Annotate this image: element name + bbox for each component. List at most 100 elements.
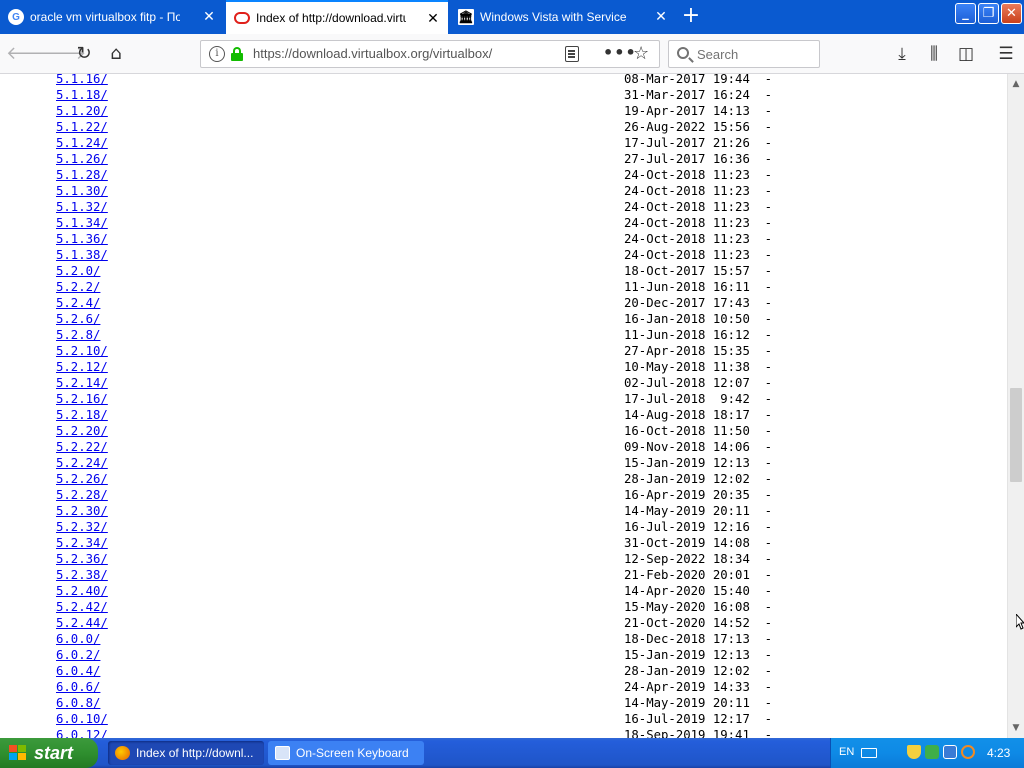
- tab-virtualbox-index[interactable]: Index of http://download.virtualbox ✕: [226, 0, 448, 34]
- date-size-cell: 10-May-2018 11:38 -: [624, 360, 773, 374]
- directory-link[interactable]: 5.1.36/: [56, 232, 108, 246]
- directory-link[interactable]: 6.0.4/: [56, 664, 100, 678]
- date-size-cell: 16-Apr-2019 20:35 -: [624, 488, 773, 502]
- search-input[interactable]: Search: [668, 40, 820, 68]
- directory-link[interactable]: 5.2.0/: [56, 264, 100, 278]
- directory-link[interactable]: 5.2.44/: [56, 616, 108, 630]
- taskbar-item-firefox[interactable]: Index of http://downl...: [108, 741, 264, 765]
- forward-button[interactable]: 🡒: [38, 40, 86, 68]
- bookmark-star-icon[interactable]: ☆: [633, 43, 649, 64]
- taskbar-item-osk[interactable]: On-Screen Keyboard: [268, 741, 424, 765]
- library-icon[interactable]: ⫼: [920, 40, 948, 68]
- directory-link[interactable]: 5.2.2/: [56, 280, 100, 294]
- list-item: 5.2.16/17-Jul-2018 9:42 -: [56, 391, 772, 407]
- list-item: 6.0.6/24-Apr-2019 14:33 -: [56, 679, 772, 695]
- directory-link[interactable]: 5.1.32/: [56, 200, 108, 214]
- directory-link[interactable]: 5.2.30/: [56, 504, 108, 518]
- directory-link[interactable]: 5.2.14/: [56, 376, 108, 390]
- directory-link[interactable]: 6.0.8/: [56, 696, 100, 710]
- info-icon[interactable]: i: [209, 46, 225, 62]
- language-indicator[interactable]: EN: [839, 746, 854, 758]
- directory-link[interactable]: 5.2.26/: [56, 472, 108, 486]
- directory-link[interactable]: 5.2.18/: [56, 408, 108, 422]
- directory-link[interactable]: 6.0.0/: [56, 632, 100, 646]
- list-item: 6.0.2/15-Jan-2019 12:13 -: [56, 647, 772, 663]
- directory-link[interactable]: 5.1.30/: [56, 184, 108, 198]
- directory-link[interactable]: 5.2.6/: [56, 312, 100, 326]
- directory-link[interactable]: 5.1.16/: [56, 74, 108, 86]
- tab-vista-archive[interactable]: 🏛 Windows Vista with Service Pack 2 ✕: [450, 0, 676, 34]
- security-shield-icon[interactable]: [907, 745, 921, 759]
- directory-link[interactable]: 6.0.12/: [56, 728, 108, 738]
- directory-link[interactable]: 5.1.22/: [56, 120, 108, 134]
- directory-link[interactable]: 5.2.40/: [56, 584, 108, 598]
- list-item: 5.1.32/24-Oct-2018 11:23 -: [56, 199, 772, 215]
- directory-link[interactable]: 5.1.26/: [56, 152, 108, 166]
- directory-link[interactable]: 5.2.36/: [56, 552, 108, 566]
- directory-link[interactable]: 5.1.24/: [56, 136, 108, 150]
- downloads-icon[interactable]: ⤓: [888, 40, 916, 68]
- scroll-down-icon[interactable]: ▼: [1008, 720, 1024, 736]
- back-button[interactable]: 🡐: [6, 40, 54, 68]
- close-icon[interactable]: ✕: [426, 11, 440, 25]
- directory-link[interactable]: 6.0.2/: [56, 648, 100, 662]
- archive-icon: 🏛: [458, 9, 474, 25]
- directory-link[interactable]: 5.2.38/: [56, 568, 108, 582]
- list-item: 5.2.26/28-Jan-2019 12:02 -: [56, 471, 772, 487]
- home-button[interactable]: ⌂: [102, 40, 130, 68]
- date-size-cell: 15-Jan-2019 12:13 -: [624, 456, 773, 470]
- date-size-cell: 24-Oct-2018 11:23 -: [624, 232, 773, 246]
- directory-link[interactable]: 5.2.34/: [56, 536, 108, 550]
- list-item: 5.2.10/27-Apr-2018 15:35 -: [56, 343, 772, 359]
- directory-link[interactable]: 5.2.28/: [56, 488, 108, 502]
- page-actions-icon[interactable]: •••: [603, 43, 637, 62]
- directory-link[interactable]: 5.2.22/: [56, 440, 108, 454]
- close-window-button[interactable]: ✕: [1001, 3, 1022, 24]
- date-size-cell: 20-Dec-2017 17:43 -: [624, 296, 773, 310]
- search-placeholder: Search: [697, 47, 739, 62]
- close-icon[interactable]: ✕: [654, 9, 668, 23]
- minimize-button[interactable]: _: [955, 3, 976, 24]
- start-button[interactable]: start: [0, 738, 98, 768]
- directory-link[interactable]: 5.1.28/: [56, 168, 108, 182]
- keyboard-layout-icon[interactable]: [861, 748, 877, 758]
- directory-link[interactable]: 5.2.4/: [56, 296, 100, 310]
- list-item: 5.1.22/26-Aug-2022 15:56 -: [56, 119, 772, 135]
- tab-google-search[interactable]: G oracle vm virtualbox fitp - Поиск в ✕: [0, 0, 224, 34]
- list-item: 5.2.14/02-Jul-2018 12:07 -: [56, 375, 772, 391]
- close-icon[interactable]: ✕: [202, 9, 216, 23]
- sidebar-icon[interactable]: ◫: [952, 40, 980, 68]
- search-tray-icon[interactable]: [961, 745, 975, 759]
- maximize-button[interactable]: ❐: [978, 3, 999, 24]
- lock-icon[interactable]: [231, 47, 243, 61]
- directory-link[interactable]: 5.2.20/: [56, 424, 108, 438]
- scrollbar-thumb[interactable]: [1010, 388, 1022, 482]
- directory-link[interactable]: 5.1.20/: [56, 104, 108, 118]
- url-text[interactable]: https://download.virtualbox.org/virtualb…: [253, 46, 492, 61]
- directory-link[interactable]: 5.1.38/: [56, 248, 108, 262]
- date-size-cell: 16-Oct-2018 11:50 -: [624, 424, 773, 438]
- update-icon[interactable]: [943, 745, 957, 759]
- directory-link[interactable]: 5.2.42/: [56, 600, 108, 614]
- reader-view-icon[interactable]: [565, 46, 579, 62]
- url-bar[interactable]: i https://download.virtualbox.org/virtua…: [200, 40, 660, 68]
- directory-link[interactable]: 5.1.34/: [56, 216, 108, 230]
- network-icon[interactable]: [925, 745, 939, 759]
- reload-button[interactable]: ↻: [70, 40, 98, 68]
- directory-link[interactable]: 5.2.32/: [56, 520, 108, 534]
- date-size-cell: 21-Oct-2020 14:52 -: [624, 616, 773, 630]
- scroll-up-icon[interactable]: ▲: [1008, 76, 1024, 92]
- directory-link[interactable]: 6.0.6/: [56, 680, 100, 694]
- menu-icon[interactable]: ☰: [992, 40, 1020, 68]
- directory-link[interactable]: 5.2.8/: [56, 328, 100, 342]
- google-icon: G: [8, 9, 24, 25]
- vertical-scrollbar[interactable]: ▲ ▼: [1007, 74, 1024, 738]
- directory-link[interactable]: 5.2.24/: [56, 456, 108, 470]
- search-icon: [677, 47, 689, 59]
- directory-link[interactable]: 5.1.18/: [56, 88, 108, 102]
- directory-link[interactable]: 6.0.10/: [56, 712, 108, 726]
- directory-link[interactable]: 5.2.10/: [56, 344, 108, 358]
- directory-link[interactable]: 5.2.12/: [56, 360, 108, 374]
- directory-link[interactable]: 5.2.16/: [56, 392, 108, 406]
- new-tab-button[interactable]: +: [678, 4, 704, 30]
